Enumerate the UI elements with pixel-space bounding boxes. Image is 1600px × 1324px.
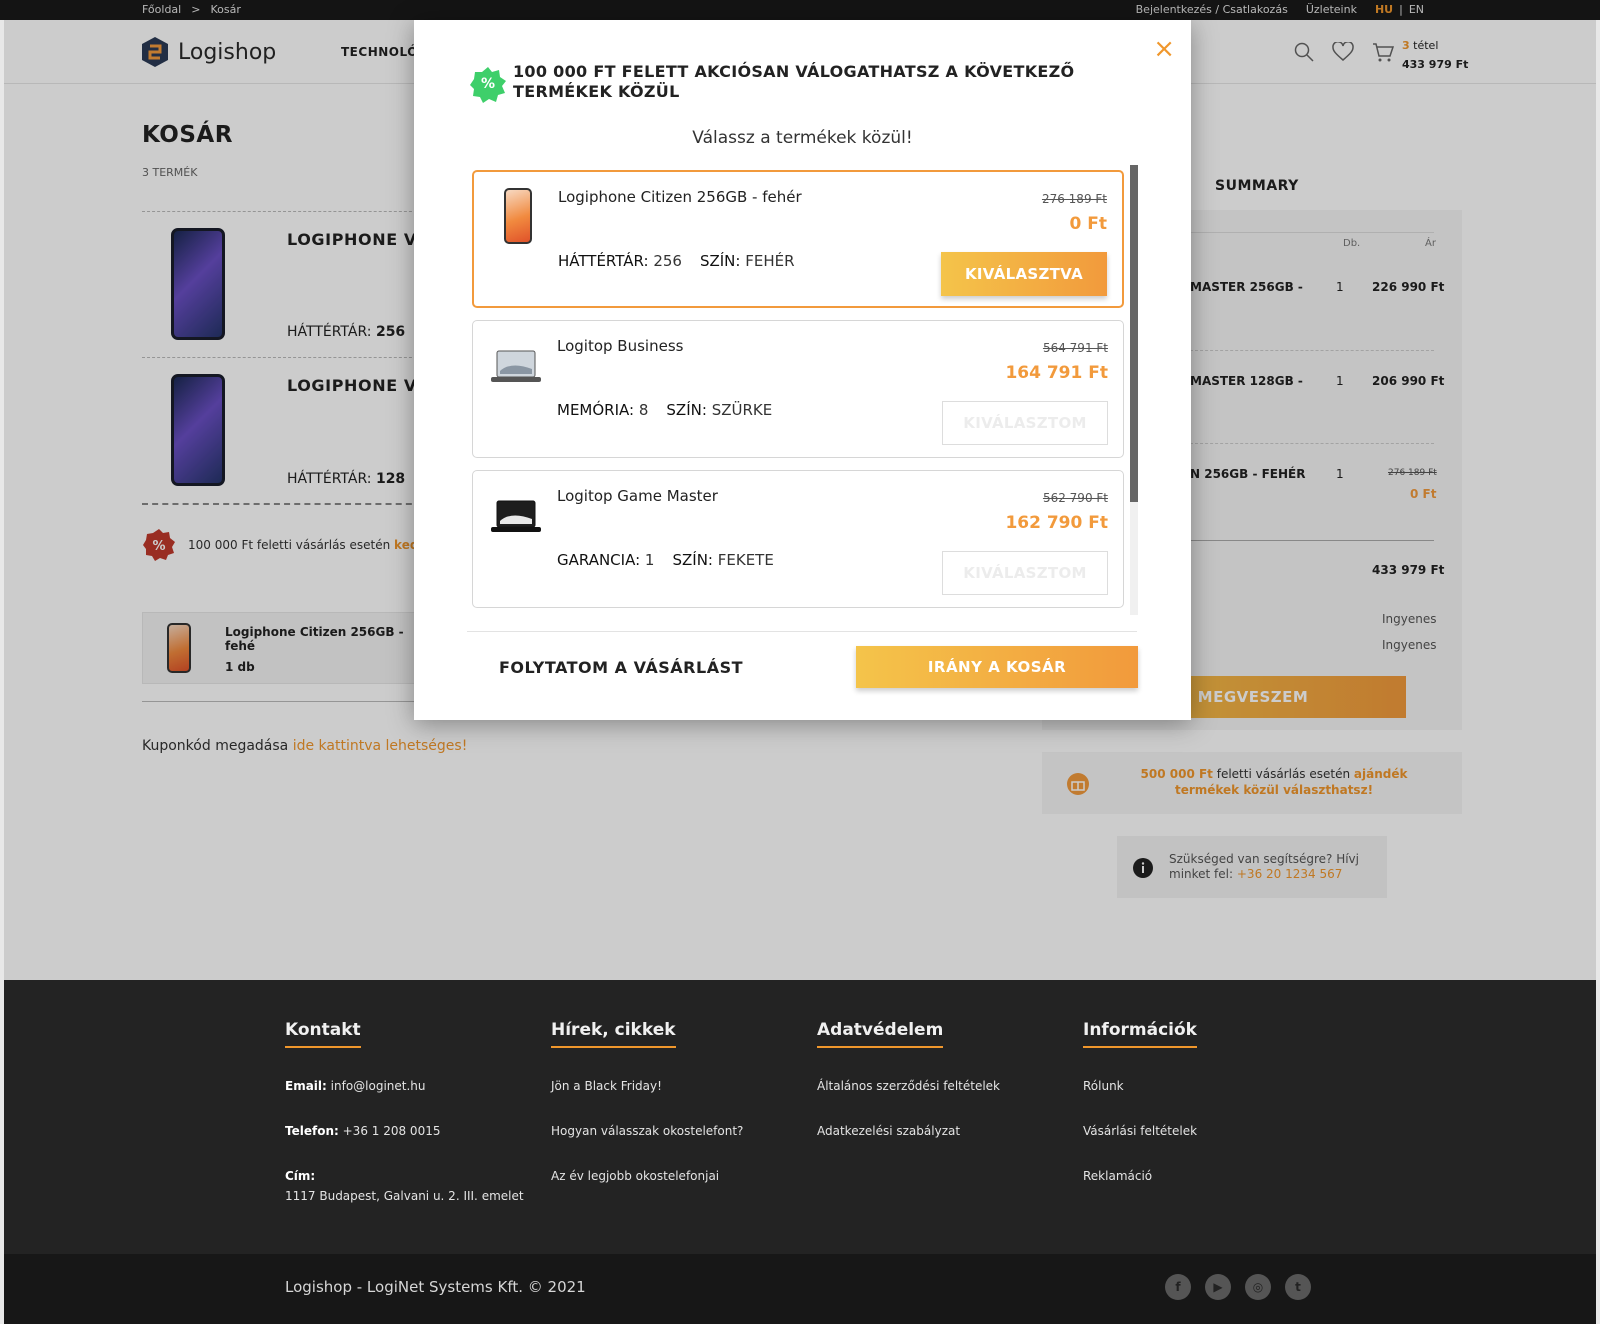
- attr-label: SZÍN:: [672, 551, 713, 569]
- footer-col-title: Kontakt: [285, 1020, 361, 1048]
- attr-value: 1: [644, 551, 655, 569]
- product-image: [491, 350, 541, 382]
- footer-link[interactable]: Hogyan válasszak okostelefont?: [551, 1121, 743, 1141]
- footer-col-contact: Kontakt Email: info@loginet.hu Telefon: …: [285, 1020, 524, 1231]
- address-label: Cím:: [285, 1169, 316, 1183]
- go-to-cart-button[interactable]: IRÁNY A KOSÁR: [856, 646, 1138, 688]
- select-button[interactable]: KIVÁLASZTOM: [942, 401, 1108, 445]
- old-price: 562 790 Ft: [1042, 491, 1108, 505]
- footer-bottom: Logishop - LogiNet Systems Kft. © 2021 f…: [0, 1254, 1600, 1324]
- page-edge: [1596, 20, 1600, 1324]
- scrollbar-thumb[interactable]: [1130, 165, 1138, 502]
- footer-link[interactable]: Reklamáció: [1083, 1166, 1197, 1186]
- footer-link[interactable]: Adatkezelési szabályzat: [817, 1121, 1000, 1141]
- product-card[interactable]: Logitop Game Master GARANCIA: 1 SZÍN: FE…: [472, 470, 1124, 608]
- old-price: 276 189 Ft: [1041, 192, 1107, 206]
- footer-email: Email: info@loginet.hu: [285, 1076, 524, 1096]
- select-button[interactable]: KIVÁLASZTOM: [942, 551, 1108, 595]
- facebook-icon[interactable]: f: [1165, 1274, 1191, 1300]
- address-text: 1117 Budapest, Galvani u. 2. III. emelet: [285, 1189, 524, 1203]
- footer-link[interactable]: Az év legjobb okostelefonjai: [551, 1166, 743, 1186]
- footer: Kontakt Email: info@loginet.hu Telefon: …: [0, 980, 1600, 1254]
- twitter-icon[interactable]: t: [1285, 1274, 1311, 1300]
- modal-subtitle: Válassz a termékek közül!: [692, 128, 913, 148]
- modal-title: 100 000 FT FELETT AKCIÓSAN VÁLOGATHATSZ …: [513, 62, 1075, 101]
- email-link[interactable]: info@loginet.hu: [331, 1079, 426, 1093]
- instagram-icon[interactable]: ◎: [1245, 1274, 1271, 1300]
- attr-value: 8: [638, 401, 649, 419]
- footer-link[interactable]: Általános szerződési feltételek: [817, 1076, 1000, 1096]
- email-label: Email:: [285, 1079, 327, 1093]
- footer-col-title: Hírek, cikkek: [551, 1020, 676, 1048]
- product-attributes: GARANCIA: 1 SZÍN: FEKETE: [557, 551, 774, 569]
- copyright: Logishop - LogiNet Systems Kft. © 2021: [285, 1278, 586, 1296]
- footer-phone: Telefon: +36 1 208 0015: [285, 1121, 524, 1141]
- new-price: 162 790 Ft: [1005, 513, 1108, 533]
- attr-label: MEMÓRIA:: [557, 401, 635, 419]
- footer-link[interactable]: Vásárlási feltételek: [1083, 1121, 1197, 1141]
- attr-label: GARANCIA:: [557, 551, 641, 569]
- continue-shopping-button[interactable]: FOLYTATOM A VÁSÁRLÁST: [499, 658, 743, 677]
- product-card-selected[interactable]: Logiphone Citizen 256GB - fehér HÁTTÉRTÁ…: [472, 170, 1124, 308]
- divider: [467, 631, 1137, 632]
- product-attributes: MEMÓRIA: 8 SZÍN: SZÜRKE: [557, 401, 772, 419]
- footer-col-title: Adatvédelem: [817, 1020, 944, 1048]
- product-name: Logiphone Citizen 256GB - fehér: [558, 188, 802, 206]
- product-attributes: HÁTTÉRTÁR: 256 SZÍN: FEHÉR: [558, 252, 795, 270]
- new-price: 0 Ft: [1069, 214, 1108, 234]
- discount-badge: %: [469, 66, 507, 104]
- product-image: [491, 500, 541, 532]
- modal-scrollbar[interactable]: [1130, 165, 1138, 615]
- product-card[interactable]: Logitop Business MEMÓRIA: 8 SZÍN: SZÜRKE…: [472, 320, 1124, 458]
- attr-label: SZÍN:: [699, 252, 741, 270]
- product-name: Logitop Business: [557, 337, 684, 355]
- attr-value: SZÜRKE: [711, 401, 773, 419]
- youtube-icon[interactable]: ▶: [1205, 1274, 1231, 1300]
- gift-selection-modal: × % 100 000 FT FELETT AKCIÓSAN VÁLOGATHA…: [414, 20, 1191, 720]
- attr-value: FEHÉR: [745, 252, 795, 270]
- product-image: [504, 188, 532, 244]
- social-links: f ▶ ◎ t: [1165, 1274, 1311, 1300]
- phone-label: Telefon:: [285, 1124, 339, 1138]
- close-icon[interactable]: ×: [1153, 36, 1175, 62]
- phone-link[interactable]: +36 1 208 0015: [343, 1124, 441, 1138]
- attr-label: HÁTTÉRTÁR:: [558, 252, 649, 270]
- page-edge: [0, 20, 4, 1324]
- footer-link[interactable]: Rólunk: [1083, 1076, 1197, 1096]
- footer-link[interactable]: Jön a Black Friday!: [551, 1076, 743, 1096]
- footer-col-news: Hírek, cikkek Jön a Black Friday! Hogyan…: [551, 1020, 743, 1211]
- new-price: 164 791 Ft: [1005, 363, 1108, 383]
- footer-address: Cím: 1117 Budapest, Galvani u. 2. III. em…: [285, 1166, 524, 1206]
- footer-col-privacy: Adatvédelem Általános szerződési feltéte…: [817, 1020, 1000, 1166]
- badge-symbol: %: [480, 76, 496, 92]
- footer-col-info: Információk Rólunk Vásárlási feltételek …: [1083, 1020, 1197, 1211]
- attr-label: SZÍN:: [666, 401, 707, 419]
- selected-button[interactable]: KIVÁLASZTVA: [941, 252, 1107, 296]
- product-name: Logitop Game Master: [557, 487, 718, 505]
- attr-value: 256: [653, 252, 682, 270]
- old-price: 564 791 Ft: [1042, 341, 1108, 355]
- attr-value: FEKETE: [717, 551, 774, 569]
- footer-col-title: Információk: [1083, 1020, 1197, 1048]
